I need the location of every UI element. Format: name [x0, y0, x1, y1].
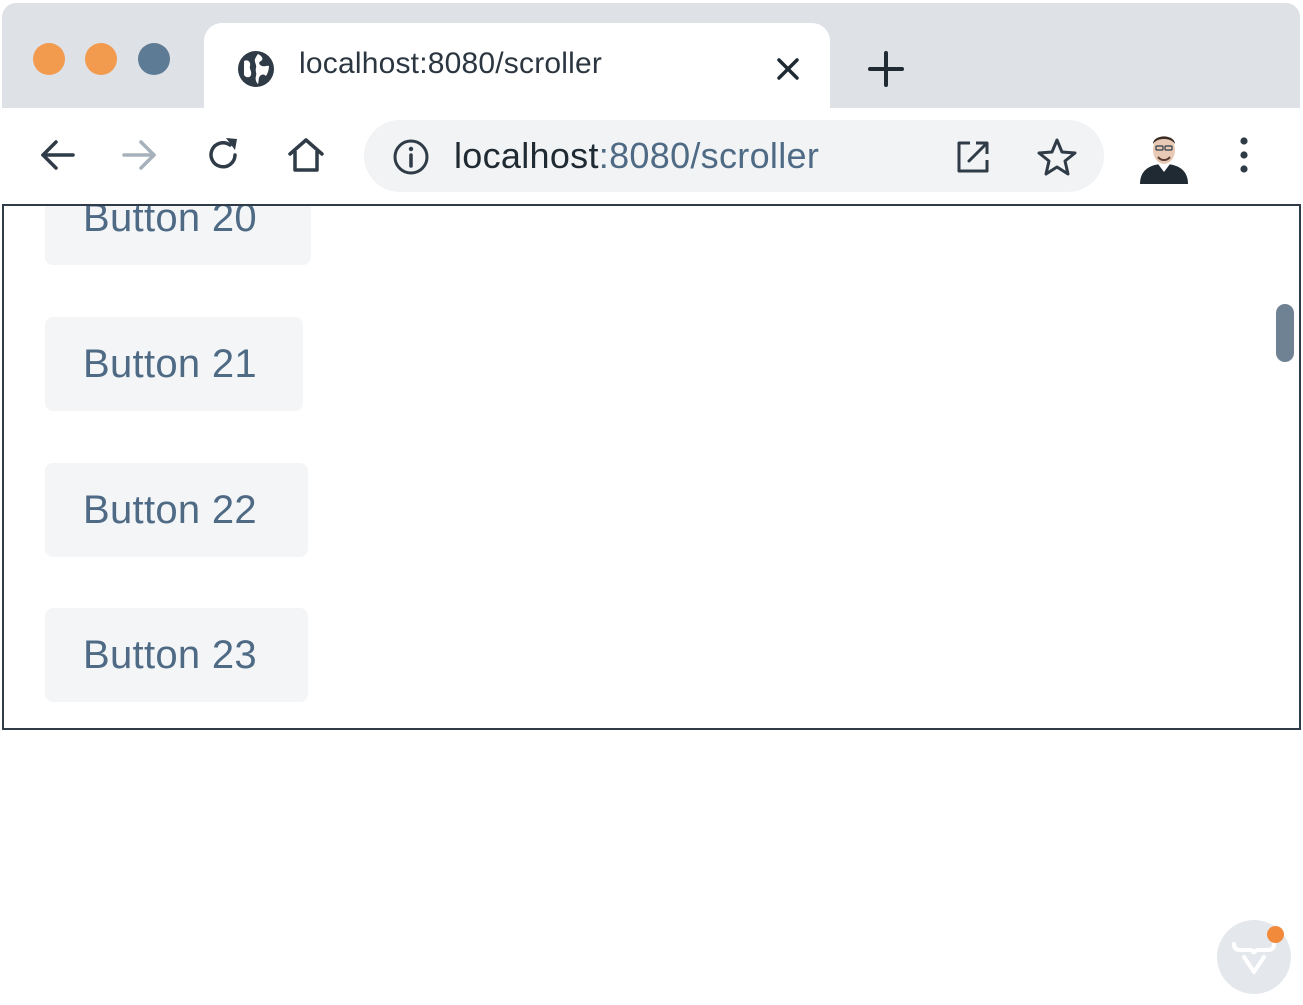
- forward-button[interactable]: [116, 131, 164, 179]
- reload-icon: [209, 138, 237, 169]
- plus-icon[interactable]: [864, 47, 908, 91]
- home-icon: [288, 138, 324, 172]
- url-text[interactable]: localhost:8080/scroller: [454, 135, 819, 177]
- globe-icon: [238, 51, 274, 87]
- back-button[interactable]: [33, 131, 81, 179]
- reload-button[interactable]: [199, 131, 247, 179]
- scroller-container[interactable]: Button 20 Button 21 Button 22 Button 23: [2, 204, 1301, 730]
- button-21[interactable]: Button 21: [45, 317, 303, 411]
- browser-window: localhost:8080/scroller localhost:8080/s…: [0, 0, 1303, 1005]
- info-icon[interactable]: [392, 138, 430, 176]
- close-icon[interactable]: [770, 51, 806, 87]
- button-23[interactable]: Button 23: [45, 608, 308, 702]
- tab-title: localhost:8080/scroller: [299, 47, 603, 80]
- url-path: :8080/scroller: [598, 135, 820, 176]
- window-close-button[interactable]: [33, 43, 65, 75]
- button-20[interactable]: Button 20: [45, 206, 311, 265]
- notification-dot: [1267, 926, 1284, 943]
- address-bar[interactable]: localhost:8080/scroller: [364, 120, 1104, 192]
- forward-arrow-icon: [122, 140, 156, 170]
- home-button[interactable]: [282, 131, 330, 179]
- button-22[interactable]: Button 22: [45, 463, 308, 557]
- tab-strip: localhost:8080/scroller: [2, 3, 1300, 113]
- open-in-new-window-icon[interactable]: [954, 138, 992, 176]
- window-maximize-button[interactable]: [138, 43, 170, 75]
- url-host: localhost: [454, 135, 599, 176]
- back-arrow-icon: [41, 140, 75, 170]
- star-icon[interactable]: [1036, 136, 1078, 178]
- browser-toolbar: localhost:8080/scroller: [2, 108, 1300, 204]
- avatar[interactable]: [1136, 126, 1192, 186]
- more-vertical-icon[interactable]: [1230, 132, 1258, 180]
- scrollbar-thumb[interactable]: [1276, 304, 1294, 362]
- dev-tools-button[interactable]: [1217, 920, 1291, 994]
- browser-tab[interactable]: localhost:8080/scroller: [204, 23, 830, 113]
- window-minimize-button[interactable]: [85, 43, 117, 75]
- vaadin-logo-icon: [1232, 942, 1276, 974]
